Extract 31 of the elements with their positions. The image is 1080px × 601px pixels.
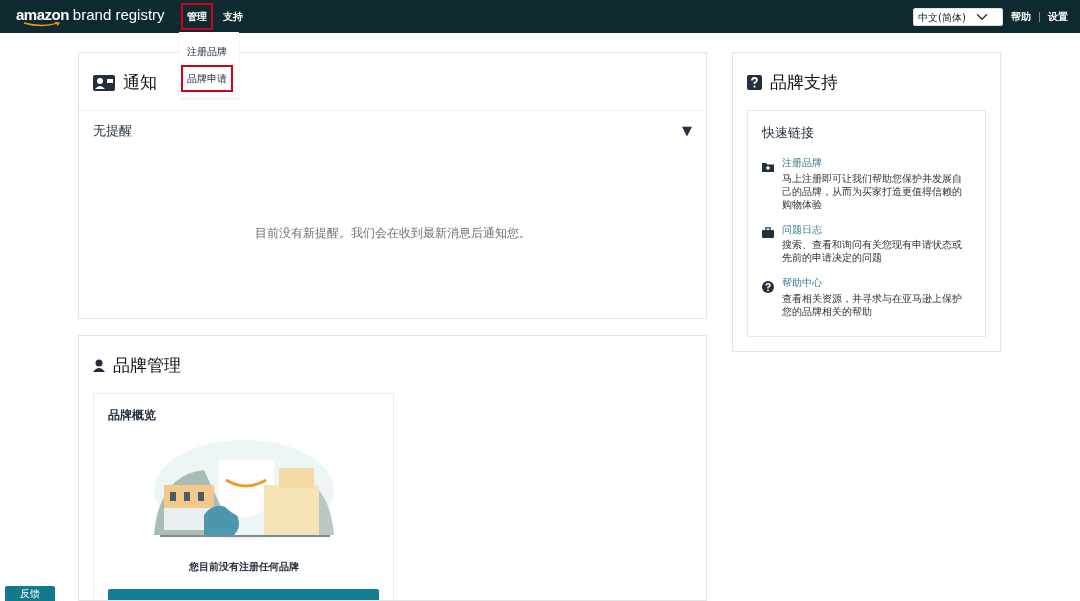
feedback-button[interactable]: 反馈 [5, 586, 55, 601]
menu-item[interactable]: 品牌申请 [180, 65, 233, 92]
person-icon [93, 359, 105, 373]
header-link[interactable]: 设置 [1048, 9, 1068, 24]
quick-link[interactable]: 注册品牌 [782, 157, 822, 168]
empty-message: 目前没有新提醒。我们会在收到最新消息后通知您。 [254, 225, 531, 242]
card-title: 品牌概览 [108, 407, 156, 422]
primary-button[interactable] [108, 589, 379, 600]
briefcase-icon [762, 227, 774, 239]
contact-card-icon [93, 74, 115, 91]
panel-title: 品牌支持 [770, 71, 838, 94]
folder-add-icon [762, 160, 774, 173]
help-icon [762, 280, 774, 293]
filter-label: 无提醒 [93, 121, 132, 140]
link-description: 马上注册即可让我们帮助您保护并发展自己的品牌，从而为买家打造更值得信赖的购物体验 [782, 171, 963, 211]
header-link[interactable]: 帮助 [1011, 9, 1031, 24]
section-title: 快速链接 [762, 124, 814, 140]
notification-filter[interactable]: 无提醒 ▼ [79, 109, 706, 148]
language-select[interactable]: 中文(简体) [913, 7, 1003, 26]
quick-link[interactable]: 问题日志 [782, 223, 822, 235]
caret-icon: ▼ [682, 120, 692, 140]
help-icon [747, 75, 762, 91]
logo: amazon brand registry [16, 6, 165, 27]
panel-title: 通知 [123, 71, 157, 94]
panel-title: 品牌管理 [113, 354, 181, 377]
link-description: 查看相关资源，并寻求与在亚马逊上保护您的品牌相关的帮助 [782, 291, 963, 318]
empty-message: 您目前没有注册任何品牌 [188, 560, 299, 572]
link-description: 搜索、查看和询问有关您现有申请状态或先前的申请决定的问题 [782, 238, 963, 264]
nav-tab[interactable]: 支持 [216, 3, 249, 30]
quick-link[interactable]: 帮助中心 [782, 277, 822, 288]
nav-tab[interactable]: 管理 [180, 3, 213, 30]
